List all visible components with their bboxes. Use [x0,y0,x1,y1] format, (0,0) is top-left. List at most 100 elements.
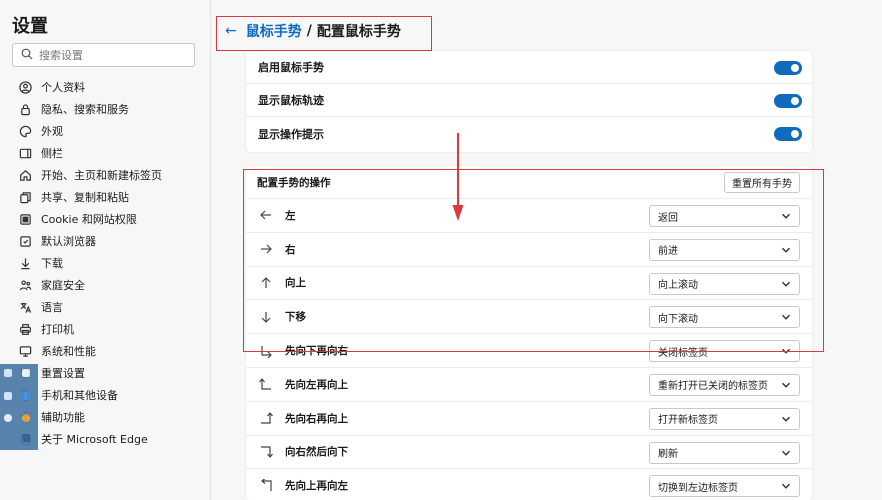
gesture-row: 向右然后向下 刷新 [246,436,812,470]
sidebar-item-label: 默认浏览器 [41,235,96,248]
sidebar-item-languages[interactable]: 语言 [18,296,162,318]
search-icon [21,48,33,63]
sidebar-item-label: 关于 Microsoft Edge [41,433,148,446]
gesture-action-select[interactable]: 打开新标签页 [649,407,800,430]
tray-app-icon[interactable] [22,414,30,422]
sidebar-item-share[interactable]: 共享、复制和粘贴 [18,186,162,208]
sidebar-item-label: 家庭安全 [41,279,85,292]
sidebar-item-label: 辅助功能 [41,411,85,424]
sidebar-item-label: Cookie 和网站权限 [41,213,137,226]
toggle-row-hint: 显示操作提示 [246,117,812,150]
left-up-icon [258,376,274,392]
gesture-label: 先向下再向右 [285,345,348,358]
sidebar-item-label: 外观 [41,125,63,138]
tray-app-icon[interactable] [4,392,12,400]
toggle-switch[interactable] [774,127,802,141]
gesture-row: 先向上再向左 切换到左边标签页 [246,469,812,500]
tray-app-icon[interactable] [22,369,30,377]
gesture-row: 下移 向下滚动 [246,300,812,335]
share-icon [18,190,32,204]
sidebar-item-label: 开始、主页和新建标签页 [41,169,162,182]
gesture-row: 先向下再向右 关闭标签页 [246,334,812,368]
chevron-down-icon [781,211,791,221]
search-box[interactable] [12,43,195,67]
back-arrow-icon[interactable]: ← [225,23,237,39]
up-left-icon [258,478,274,494]
right-down-icon [258,444,274,460]
chevron-down-icon [781,448,791,458]
sidebar-item-label: 系统和性能 [41,345,96,358]
gesture-action-select[interactable]: 前进 [649,238,800,261]
breadcrumb-parent-link[interactable]: 鼠标手势 [246,21,302,41]
arrow-right-icon [258,241,274,257]
browser-icon [18,234,32,248]
sidebar-item-label: 隐私、搜索和服务 [41,103,129,116]
sidebar-item-printers[interactable]: 打印机 [18,318,162,340]
sidebar-item-label: 打印机 [41,323,74,336]
chevron-down-icon [781,312,791,322]
tray-app-icon[interactable] [22,392,30,400]
down-right-icon [258,343,274,359]
language-icon [18,300,32,314]
gesture-action-select[interactable]: 刷新 [649,441,800,464]
chevron-down-icon [781,279,791,289]
gesture-action-select[interactable]: 关闭标签页 [649,340,800,363]
sidebar-item-downloads[interactable]: 下载 [18,252,162,274]
arrow-left-icon [258,207,274,223]
arrow-up-icon [258,275,274,291]
toggle-switch[interactable] [774,61,802,75]
printer-icon [18,322,32,336]
tray-app-icon[interactable] [4,369,12,377]
sidebar-item-label: 侧栏 [41,147,63,160]
chevron-down-icon [781,414,791,424]
sidebar-nav: 个人资料 隐私、搜索和服务 外观 侧栏 开始、主页和新建标签页 共享、复制和粘贴… [18,76,162,450]
gesture-label: 先向左再向上 [285,378,348,391]
sidebar-item-phone[interactable]: 手机和其他设备 [18,384,162,406]
sidebar-item-about[interactable]: 关于 Microsoft Edge [18,428,162,450]
sidebar-item-family[interactable]: 家庭安全 [18,274,162,296]
search-input[interactable] [39,48,189,62]
tray-app-icon[interactable] [4,414,12,422]
toggle-row-trail: 显示鼠标轨迹 [246,84,812,117]
lock-icon [18,102,32,116]
tray-app-icon[interactable] [22,434,30,442]
gesture-label: 先向上再向左 [285,480,348,493]
sidebar-item-sidebar[interactable]: 侧栏 [18,142,162,164]
reset-all-gestures-button[interactable]: 重置所有手势 [724,172,800,193]
gesture-action-select[interactable]: 返回 [649,205,800,227]
select-value: 重新打开已关闭的标签页 [658,381,768,393]
gesture-row: 向上 向上滚动 [246,267,812,301]
gesture-actions-header: 配置手势的操作 重置所有手势 [246,166,812,199]
cookie-icon [18,212,32,226]
sidebar-item-reset[interactable]: 重置设置 [18,362,162,384]
palette-icon [18,124,32,138]
gesture-action-select[interactable]: 重新打开已关闭的标签页 [649,373,800,396]
gesture-row: 先向右再向上 打开新标签页 [246,402,812,436]
gesture-label: 先向右再向上 [285,412,348,425]
home-icon [18,168,32,182]
toggle-switch[interactable] [774,94,802,108]
sidebar-item-cookies[interactable]: Cookie 和网站权限 [18,208,162,230]
sidebar-item-privacy[interactable]: 隐私、搜索和服务 [18,98,162,120]
toggle-label: 显示鼠标轨迹 [258,94,324,107]
gesture-label: 右 [285,243,296,256]
sidebar-item-appearance[interactable]: 外观 [18,120,162,142]
chevron-down-icon [781,346,791,356]
sidebar-item-label: 个人资料 [41,81,85,94]
gesture-row: 右 前进 [246,233,812,267]
profile-icon [18,80,32,94]
gesture-label: 左 [285,209,296,222]
section-title: 配置手势的操作 [257,176,331,189]
system-icon [18,344,32,358]
sidebar-item-system[interactable]: 系统和性能 [18,340,162,362]
sidebar-item-start-home[interactable]: 开始、主页和新建标签页 [18,164,162,186]
sidebar-item-profile[interactable]: 个人资料 [18,76,162,98]
sidebar-item-accessibility[interactable]: 辅助功能 [18,406,162,428]
gesture-action-select[interactable]: 向下滚动 [649,306,800,329]
gesture-action-select[interactable]: 向上滚动 [649,272,800,295]
sidebar-item-default-browser[interactable]: 默认浏览器 [18,230,162,252]
toggle-label: 显示操作提示 [258,127,324,141]
select-value: 刷新 [658,449,678,461]
gesture-action-select[interactable]: 切换到左边标签页 [649,475,800,498]
gesture-label: 向上 [285,277,306,290]
